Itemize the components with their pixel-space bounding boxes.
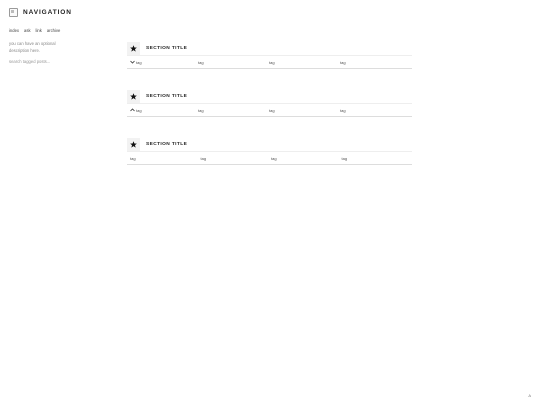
tag-item[interactable]: tag (127, 60, 198, 65)
tag-item[interactable]: tag (198, 108, 269, 113)
broken-image-icon (9, 8, 18, 17)
nav-links: index ask link archive (9, 28, 119, 33)
tag-row: tag tag tag tag (127, 152, 412, 165)
tag-label: tag (136, 107, 142, 113)
tag-item[interactable]: tag (198, 60, 269, 65)
star-icon (127, 138, 140, 151)
tag-item[interactable]: tag (340, 60, 411, 65)
corner-label: A (528, 393, 531, 398)
sidebar: NAVIGATION index ask link archive you ca… (9, 8, 119, 64)
nav-link-archive[interactable]: archive (47, 28, 61, 33)
section-header: SECTION TITLE (127, 42, 412, 56)
tag-row: tag tag tag tag (127, 104, 412, 117)
tag-item[interactable]: tag (271, 156, 342, 161)
tag-item[interactable]: tag (127, 156, 201, 161)
section-title: SECTION TITLE (146, 94, 188, 99)
chevron-down-icon[interactable] (130, 60, 135, 64)
section-title: SECTION TITLE (146, 46, 188, 51)
star-icon (127, 90, 140, 103)
nav-link-ask[interactable]: ask (24, 28, 31, 33)
description: you can have an optional description her… (9, 41, 56, 53)
section-1: SECTION TITLE tag tag tag tag (127, 42, 412, 69)
nav-link-link[interactable]: link (36, 28, 42, 33)
page: NAVIGATION index ask link archive you ca… (0, 0, 540, 405)
tag-item[interactable]: tag (342, 156, 413, 161)
star-icon (127, 42, 140, 55)
brand-title: NAVIGATION (23, 9, 72, 16)
search-tagged-posts-link[interactable]: search tagged posts... (9, 59, 119, 64)
tag-item[interactable]: tag (201, 156, 272, 161)
tag-row: tag tag tag tag (127, 56, 412, 69)
tag-item[interactable]: tag (127, 108, 198, 113)
tag-label: tag (136, 59, 142, 65)
section-2: SECTION TITLE tag tag tag tag (127, 90, 412, 117)
tag-item[interactable]: tag (269, 60, 340, 65)
tag-item[interactable]: tag (269, 108, 340, 113)
tag-item[interactable]: tag (340, 108, 411, 113)
section-3: SECTION TITLE tag tag tag tag (127, 138, 412, 165)
chevron-up-icon[interactable] (130, 108, 135, 112)
section-header: SECTION TITLE (127, 90, 412, 104)
section-title: SECTION TITLE (146, 142, 188, 147)
brand[interactable]: NAVIGATION (9, 8, 119, 17)
section-header: SECTION TITLE (127, 138, 412, 152)
nav-link-index[interactable]: index (9, 28, 19, 33)
